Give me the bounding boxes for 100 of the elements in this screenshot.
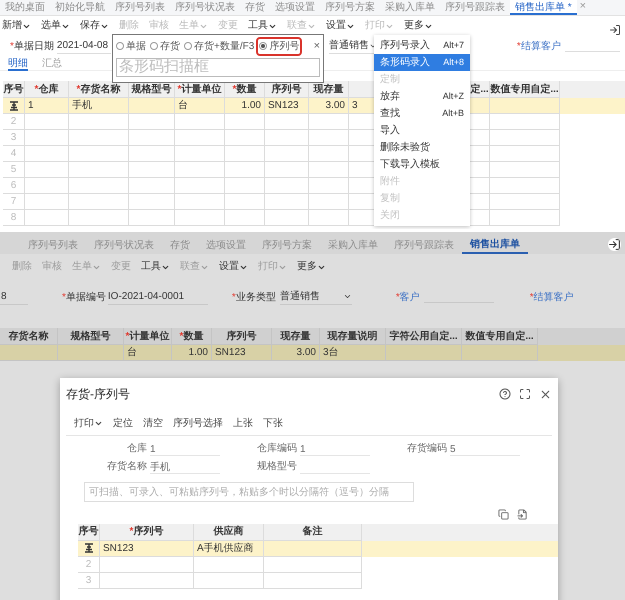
tab[interactable]: 我的桌面 [0,0,50,15]
toolbar-button[interactable]: 工具 [248,21,277,31]
column-header: 序列号 [226,329,256,344]
bill-number-field[interactable]: IO-2021-04-0001 [108,289,208,305]
toolbar-button[interactable]: 打印 [74,416,103,431]
table-row[interactable]: 3 [78,572,558,588]
tab[interactable]: 初始化导航 [50,0,110,15]
column-header: 现存量说明 [328,330,378,344]
toolbar-button[interactable]: 工具 [141,262,170,272]
toolbar-button[interactable]: 定位 [113,416,133,431]
field-value: 手机 [150,460,220,474]
field-label: *客户 [396,290,420,304]
tab[interactable]: 序列号方案 [320,0,380,15]
toolbar-button[interactable]: 下张 [263,416,283,431]
scan-mode-radio[interactable]: 存货+数量/F3 [184,38,254,54]
field-label: 规格型号 [257,460,297,474]
file-icon[interactable] [517,508,528,520]
tab[interactable]: 序列号状况表 [170,0,240,15]
toolbar-button[interactable]: 选单 [41,21,70,31]
column-header: 现存量 [314,82,344,96]
table-cell-text: 2 [86,558,92,572]
table-cell-text: SN123 [268,99,299,113]
column-header: 现存量 [280,330,310,344]
toolbar-button[interactable]: 清空 [143,416,163,431]
toolbar-button[interactable]: 序列号选择 [173,416,223,431]
tab[interactable]: 序列号列表 [110,0,170,15]
maximize-icon[interactable] [519,388,531,400]
date-field[interactable]: 2021-04-08 [56,38,111,54]
caret-icon [342,292,352,301]
subtab[interactable]: 明细 [8,56,28,70]
toolbar-button[interactable]: 上张 [233,416,253,431]
field-label: 仓库编码 [257,442,297,456]
field-label: *业务类型 [232,290,276,304]
table-cell-text: 3.00 [326,99,345,113]
table-cell-text: 5 [10,163,16,177]
barcode-input[interactable]: 条形码扫描框 [116,58,320,76]
table-cell-text: 台 [178,98,188,113]
toolbar-button[interactable]: 保存 [80,21,109,31]
table-cell-text: 4 [10,147,16,161]
help-icon[interactable] [499,388,511,400]
column-header: *存货名称 [76,82,120,96]
column-header: 备注 [302,524,322,539]
tab[interactable]: 选项设置 [270,0,320,15]
exit-icon[interactable] [608,238,621,251]
scan-mode-radio[interactable]: 序列号 [258,38,300,54]
menu-item[interactable]: 条形码录入 Alt+8 [374,54,470,71]
field-label: *结算客户 [516,40,561,54]
scan-mode-radio[interactable]: 单据 [116,38,146,54]
menu-item[interactable]: 序列号录入 Alt+7 [374,37,470,54]
toolbar-button[interactable]: 更多 [404,21,433,31]
tab[interactable]: 销售出库单 * [510,0,577,15]
close-icon[interactable] [539,388,552,400]
table-cell-text: 3 [10,131,16,145]
column-header: *数量 [180,330,204,344]
field-label: *单据日期 [10,40,54,54]
date-field[interactable]: 8 [0,289,28,305]
tab[interactable]: 存货 [240,0,270,15]
table-cell-text: 3台 [323,346,339,360]
field-label: 存货编码 [407,442,447,456]
column-header: 字符公用自定... [389,329,458,344]
field-label: 仓库 [127,442,147,456]
serial-input-field[interactable]: 可扫描、可录入、可粘贴序列号，粘贴多个时以分隔符（逗号）分隔 [84,482,414,502]
column-header: 供应商 [214,524,244,539]
table-row[interactable]: 台 1.00 SN123 3.00 3台 [0,345,625,361]
subtab[interactable]: 汇总 [42,56,62,70]
tab[interactable]: 序列号方案 [254,236,320,254]
table-cell-text: 7 [10,195,16,209]
table-cell-text: 8 [10,211,16,225]
column-header: 序号 [78,524,98,539]
toolbar-button[interactable]: 设置 [326,21,355,31]
tab[interactable]: 序列号状况表 [86,236,162,254]
tab[interactable]: 销售出库单 [462,236,528,254]
field-value: 1 [150,442,220,456]
table-row[interactable]: SN123 A手机供应商 [78,540,558,556]
table-cell-text: SN123 [103,542,134,556]
tab[interactable]: 存货 [162,236,198,254]
tab[interactable]: 序列号列表 [20,236,86,254]
toolbar-button[interactable]: 设置 [219,262,248,272]
copy-icon[interactable] [498,508,509,520]
column-header: 规格型号 [132,82,172,96]
close-button[interactable]: × [314,38,320,54]
business-type-select[interactable]: 普通销售 [280,289,352,305]
close-tab-button[interactable]: × [576,0,590,15]
table-cell-text: 3 [86,574,92,588]
column-header: *计量单位 [126,330,170,344]
tab[interactable]: 采购入库单 [380,0,440,15]
exit-icon[interactable] [609,24,621,36]
tab[interactable]: 选项设置 [198,236,254,254]
field-label: *结算客户 [530,290,574,304]
tab[interactable]: 序列号跟踪表 [440,0,510,15]
toolbar-button[interactable]: 更多 [297,262,326,272]
field-label: *单据编号 [62,290,106,304]
scan-mode-radio[interactable]: 存货 [150,38,180,54]
column-header: 存货名称 [8,330,48,344]
tab[interactable]: 采购入库单 [320,236,386,254]
toolbar-button[interactable]: 新增 [2,21,31,31]
column-header: 序号 [4,82,24,96]
tab[interactable]: 序列号跟踪表 [386,236,462,254]
dialog-title: 存货-序列号 [66,386,130,403]
table-row[interactable]: 2 [78,556,558,572]
